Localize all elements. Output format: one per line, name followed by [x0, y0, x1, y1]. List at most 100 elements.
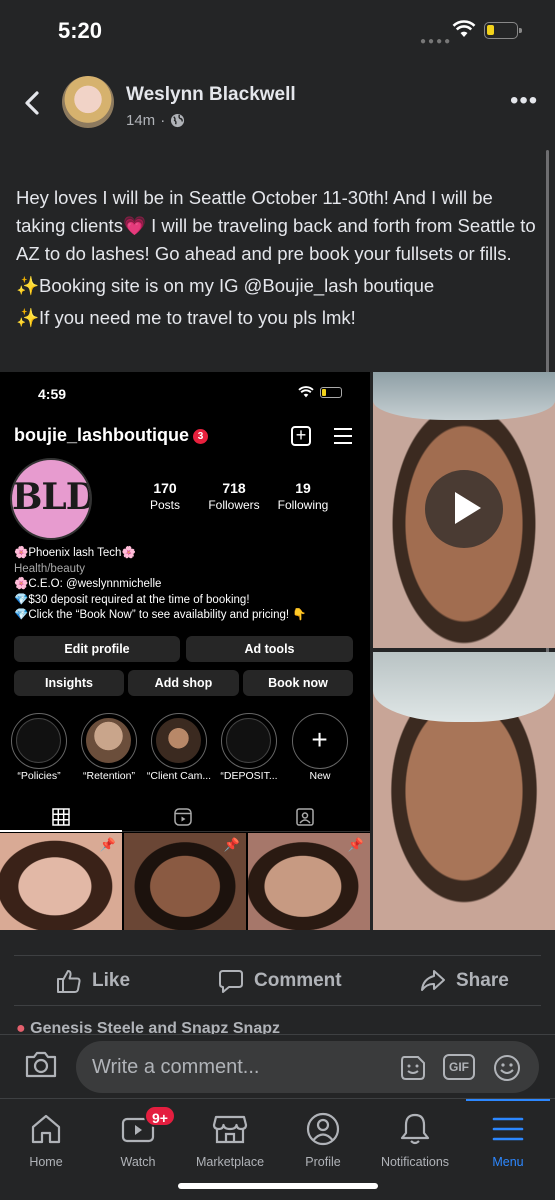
- post-paragraph: Hey loves I will be in Seattle October 1…: [16, 187, 536, 264]
- ig-stat-posts: 170 Posts: [140, 480, 190, 512]
- ig-battery-icon: [320, 387, 342, 398]
- ig-add-shop-button: Add shop: [128, 670, 239, 696]
- ig-highlight-label: “DEPOSIT...: [220, 770, 278, 782]
- ig-highlight-label: “Policies”: [17, 770, 61, 782]
- camera-icon[interactable]: [24, 1049, 58, 1079]
- reactions-preview[interactable]: ● Genesis Steele and Snapz Snapz: [16, 1020, 536, 1034]
- ig-bio-line: 💎$30 deposit required at the time of boo…: [14, 593, 250, 606]
- ig-highlight-policies: [11, 713, 67, 769]
- marketplace-icon: [212, 1115, 248, 1144]
- headwrap: [373, 372, 555, 420]
- post-actions: Like Comment Share: [0, 958, 555, 1004]
- tab-notifications[interactable]: Notifications: [369, 1107, 461, 1169]
- ig-bio-line: 🌸Phoenix lash Tech🌸: [14, 547, 136, 559]
- author-avatar[interactable]: [62, 76, 114, 128]
- battery-icon: [484, 22, 522, 39]
- post-header: Weslynn Blackwell 14m · •••: [0, 70, 555, 140]
- reactions-names: Genesis Steele and Snapz Snapz: [30, 1020, 280, 1034]
- tab-profile[interactable]: Profile: [277, 1107, 369, 1169]
- ig-highlight-label: New: [309, 770, 331, 782]
- post-time[interactable]: 14m: [126, 112, 155, 129]
- sticker-icon[interactable]: [398, 1053, 428, 1083]
- ig-logo-text: BLD: [12, 476, 92, 518]
- headwrap: [373, 652, 555, 722]
- tab-label: Menu: [492, 1155, 524, 1169]
- more-options-icon[interactable]: •••: [510, 89, 538, 113]
- emoji-icon[interactable]: [492, 1053, 522, 1083]
- instagram-screenshot[interactable]: 4:59 boujie_lashboutique 3 + BLD 170 Post…: [0, 372, 370, 930]
- ig-create-icon: +: [291, 426, 311, 446]
- tab-label: Profile: [305, 1155, 341, 1169]
- ig-stat-followers: 718 Followers: [202, 480, 266, 512]
- menu-icon: [492, 1117, 524, 1141]
- reels-icon: [174, 808, 192, 826]
- ig-username-text: boujie_lashboutique: [14, 425, 190, 445]
- ig-edit-profile-button: Edit profile: [14, 636, 180, 662]
- ig-stat-label: Following: [277, 498, 329, 512]
- meta-separator: ·: [160, 112, 166, 129]
- ig-stat-value: 718: [222, 480, 246, 496]
- ig-status-time: 4:59: [38, 386, 67, 402]
- ig-profile-logo: BLD: [10, 458, 92, 540]
- ig-highlight-label: “Client Cam...: [146, 770, 212, 782]
- share-button[interactable]: Share: [420, 968, 509, 994]
- gif-icon[interactable]: GIF: [443, 1054, 475, 1080]
- ig-stat-label: Posts: [149, 498, 180, 512]
- plus-icon: +: [311, 724, 328, 755]
- post-meta: 14m ·: [126, 112, 185, 129]
- ig-bio-line: 🌸C.E.O: @weslynnmichelle: [14, 578, 162, 590]
- post-photo[interactable]: [373, 652, 555, 930]
- grid-icon: [52, 808, 70, 826]
- ig-book-now-button: Book now: [243, 670, 353, 696]
- home-indicator[interactable]: [178, 1183, 378, 1189]
- ig-bio: 🌸Phoenix lash Tech🌸 Health/beauty 🌸C.E.O…: [14, 546, 364, 624]
- status-bar: 5:20 ●●●●: [0, 0, 555, 62]
- like-icon: [57, 970, 81, 993]
- home-icon: [31, 1114, 61, 1144]
- pin-icon: 📌: [223, 837, 240, 852]
- ig-bio-line: 💎Click the “Book Now” to see availabilit…: [14, 609, 307, 621]
- ig-wifi-icon: [298, 386, 314, 398]
- bell-icon: [400, 1113, 430, 1145]
- ig-active-tab-indicator: [0, 830, 122, 832]
- tab-label: Notifications: [380, 1155, 450, 1169]
- tab-label: Marketplace: [195, 1155, 265, 1169]
- active-tab-indicator: [466, 1099, 550, 1101]
- tab-label: Home: [29, 1155, 63, 1169]
- tagged-icon: [296, 808, 314, 826]
- comment-button[interactable]: Comment: [218, 968, 342, 994]
- post-paragraph: ✨If you need me to travel to you pls lmk…: [16, 307, 356, 328]
- ig-insights-button: Insights: [14, 670, 124, 696]
- comment-input[interactable]: Write a comment... GIF: [76, 1041, 539, 1093]
- ig-profile-tabs: [0, 804, 370, 832]
- play-icon: [455, 492, 481, 524]
- ig-username: boujie_lashboutique 3: [14, 425, 209, 446]
- like-label: Like: [92, 970, 131, 991]
- divider: [14, 1005, 541, 1006]
- back-arrow-icon[interactable]: [18, 88, 48, 118]
- wifi-icon: [452, 20, 476, 37]
- video-thumbnail[interactable]: [373, 372, 555, 648]
- comment-placeholder: Write a comment...: [92, 1056, 260, 1078]
- tab-marketplace[interactable]: Marketplace: [184, 1107, 276, 1169]
- ig-bio-category: Health/beauty: [14, 562, 85, 575]
- post-media-grid: 4:59 boujie_lashboutique 3 + BLD 170 Post…: [0, 372, 555, 930]
- ig-highlight-new: +: [292, 713, 348, 769]
- comment-composer: Write a comment... GIF: [0, 1034, 555, 1098]
- play-button[interactable]: [425, 470, 503, 548]
- author-name[interactable]: Weslynn Blackwell: [126, 84, 296, 106]
- ig-stat-label: Followers: [208, 498, 260, 512]
- ig-notification-badge: 3: [193, 429, 209, 444]
- ig-ad-tools-button: Ad tools: [186, 636, 353, 662]
- like-button[interactable]: Like: [56, 968, 130, 994]
- share-icon: [421, 970, 445, 991]
- post-paragraph: ✨Booking site is on my IG @Boujie_lash b…: [16, 275, 435, 296]
- globe-icon: [171, 113, 185, 128]
- tab-home[interactable]: Home: [0, 1107, 92, 1169]
- ig-highlight-client-cam: [151, 713, 207, 769]
- ig-highlight-deposit: [221, 713, 277, 769]
- comment-label: Comment: [254, 970, 342, 991]
- tab-menu[interactable]: Menu: [462, 1107, 554, 1169]
- ig-grid-photo: 📌: [248, 833, 370, 930]
- ig-menu-icon: [334, 428, 352, 449]
